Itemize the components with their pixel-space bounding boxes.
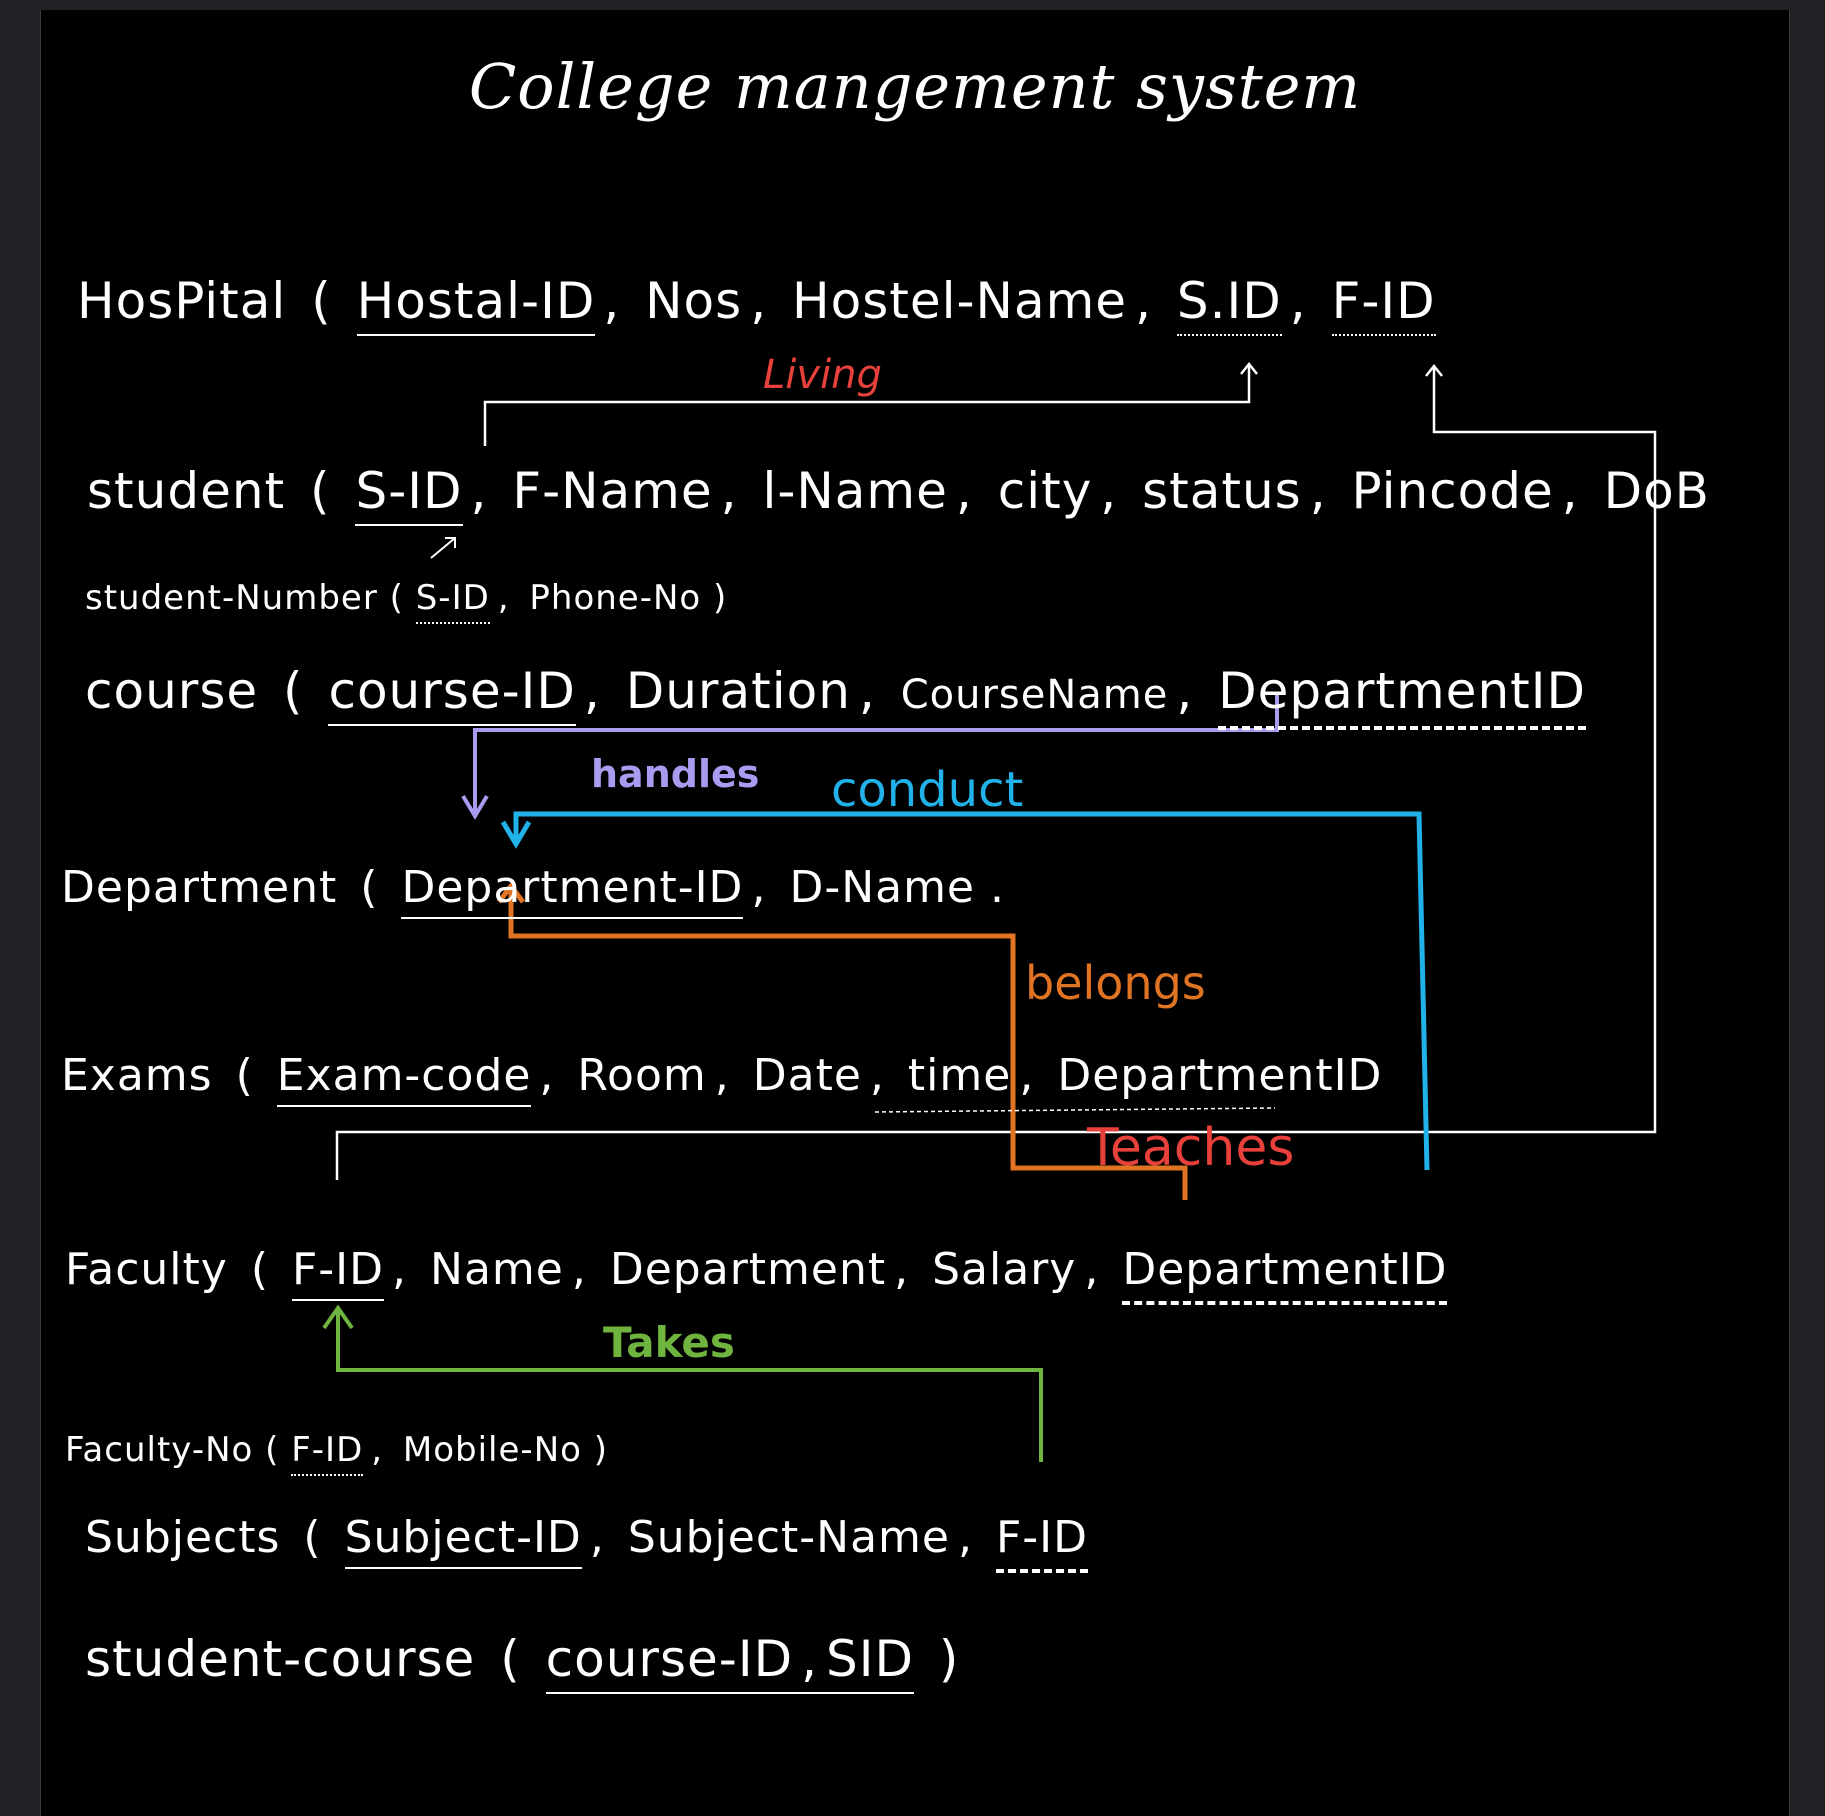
field-l-name: l-Name xyxy=(762,462,948,520)
field-status: status xyxy=(1142,462,1302,520)
field-f-id: F-ID xyxy=(1331,272,1436,336)
field-city: city xyxy=(997,462,1093,520)
field-f-name: F-Name xyxy=(512,462,713,520)
field-hostal-id: Hostal-ID xyxy=(356,272,596,336)
table-name: student-Number xyxy=(85,578,378,618)
field-dob: DoB xyxy=(1603,462,1710,520)
exams-department-id-underline xyxy=(874,1107,1276,1113)
table-student-course: student-course ( course-ID, SID ) xyxy=(85,1630,967,1694)
diagram-board: College mangement system HosPital ( Host… xyxy=(40,10,1790,1816)
field-nos: Nos xyxy=(645,272,743,330)
field-f-id: F-ID xyxy=(292,1244,385,1301)
table-name: Department xyxy=(61,862,338,913)
field-department-id: DepartmentID xyxy=(1218,662,1586,730)
field-duration: Duration xyxy=(625,662,851,720)
field-subject-name: Subject-Name xyxy=(627,1512,950,1563)
table-exams: Exams ( Exam-code, Room, Date, time, Dep… xyxy=(61,1050,1382,1107)
field-subject-id: Subject-ID xyxy=(344,1512,582,1569)
field-f-id: F-ID xyxy=(291,1430,364,1476)
field-s-id: S-ID xyxy=(355,462,463,526)
field-department-id: Department-ID xyxy=(401,862,744,919)
belongs-line xyxy=(508,890,1188,1200)
field-hostel-name: Hostel-Name xyxy=(792,272,1128,330)
page-title: College mangement system xyxy=(468,50,1362,123)
field-mobile-no: Mobile-No xyxy=(402,1430,582,1470)
table-name: Faculty xyxy=(65,1244,228,1295)
table-name: Exams xyxy=(61,1050,213,1101)
field-pincode: Pincode xyxy=(1351,462,1554,520)
relation-label-takes: Takes xyxy=(603,1318,735,1367)
table-name: student xyxy=(87,462,286,520)
table-faculty: Faculty ( F-ID, Name, Department, Salary… xyxy=(65,1244,1448,1305)
table-department: Department ( Department-ID, D-Name . xyxy=(61,862,1005,919)
field-course-id: course-ID xyxy=(545,1630,794,1688)
field-s-id: S.ID xyxy=(1176,272,1282,336)
field-f-id: F-ID xyxy=(995,1512,1089,1573)
relation-label-belongs: belongs xyxy=(1025,956,1206,1010)
field-course-id-sid: course-ID, SID xyxy=(545,1630,914,1694)
field-course-name: CourseName xyxy=(900,672,1169,718)
field-d-name: D-Name xyxy=(789,862,976,913)
table-name: Faculty-No xyxy=(65,1430,254,1470)
field-s-id: S-ID xyxy=(415,578,490,624)
relation-label-living: Living xyxy=(763,352,882,398)
field-department: Department xyxy=(609,1244,887,1295)
field-sid: SID xyxy=(826,1630,914,1688)
field-salary: Salary xyxy=(932,1244,1077,1295)
student-number-arrow xyxy=(430,537,456,559)
table-name: Subjects xyxy=(85,1512,281,1563)
field-room: Room xyxy=(577,1050,707,1101)
table-faculty-no: Faculty-No ( F-ID, Mobile-No ) xyxy=(65,1430,608,1476)
relation-label-conduct: conduct xyxy=(831,762,1024,818)
table-course: course ( course-ID, Duration, CourseName… xyxy=(85,662,1586,730)
table-subjects: Subjects ( Subject-ID, Subject-Name, F-I… xyxy=(85,1512,1089,1573)
field-course-id: course-ID xyxy=(328,662,576,726)
field-department-id: DepartmentID xyxy=(1057,1050,1383,1101)
table-name: HosPital xyxy=(77,272,287,330)
field-name: Name xyxy=(430,1244,564,1295)
field-department-id: DepartmentID xyxy=(1122,1244,1448,1305)
table-name: course xyxy=(85,662,259,720)
relation-label-handles: handles xyxy=(591,752,760,796)
relation-label-teaches: Teaches xyxy=(1087,1118,1295,1178)
field-date: Date xyxy=(752,1050,862,1101)
field-time: time xyxy=(907,1050,1012,1101)
table-student-number: student-Number ( S-ID, Phone-No ) xyxy=(85,578,727,624)
table-name: student-course xyxy=(85,1630,476,1688)
table-hospital: HosPital ( Hostal-ID, Nos, Hostel-Name, … xyxy=(77,272,1436,336)
field-phone-no: Phone-No xyxy=(529,578,702,618)
field-exam-code: Exam-code xyxy=(276,1050,532,1107)
table-student: student ( S-ID, F-Name, l-Name, city, st… xyxy=(87,462,1710,526)
